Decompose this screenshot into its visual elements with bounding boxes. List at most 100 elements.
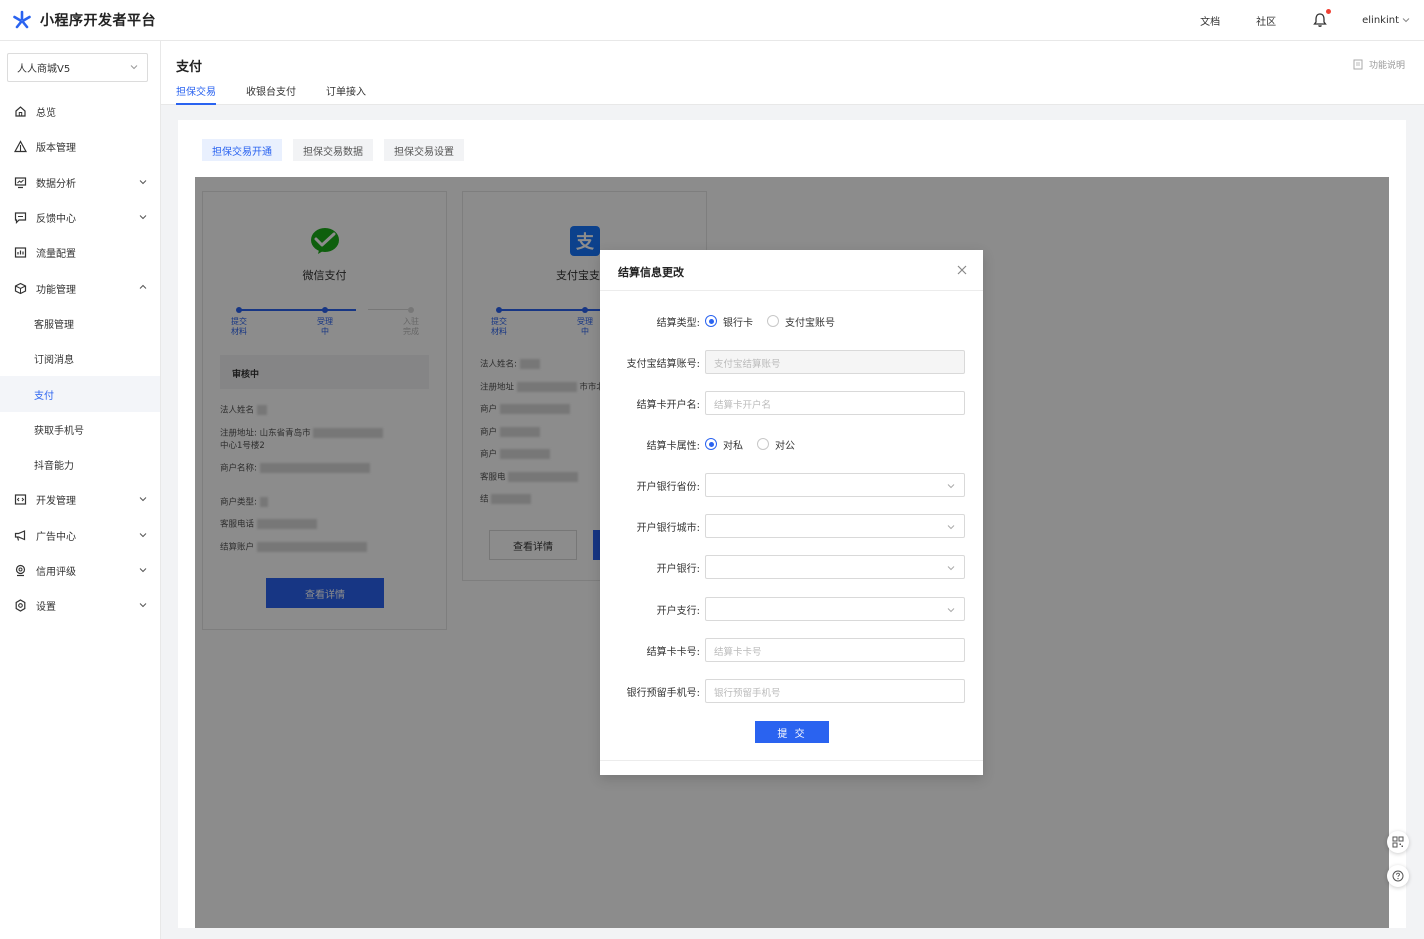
tab-cashier[interactable]: 收银台支付 [246, 83, 296, 105]
modal-header: 结算信息更改 [600, 250, 983, 291]
field-label: 开户银行: [656, 564, 700, 575]
feedback-icon [14, 211, 27, 224]
chevron-down-icon [139, 497, 147, 502]
branch-row: 开户支行: [600, 597, 983, 621]
qr-code-button[interactable] [1387, 831, 1409, 853]
alipay-account-input[interactable]: 支付宝结算账号 [705, 350, 965, 374]
sidebar: 人人商城V5 总览 版本管理 数据分析 反馈中心 流量配置 功能管理 客服管理 … [0, 41, 161, 939]
document-icon [1353, 59, 1363, 70]
gear-icon [14, 599, 27, 612]
sidebar-item-ads[interactable]: 广告中心 [0, 518, 160, 553]
chevron-down-icon [130, 65, 138, 70]
bank-row: 开户银行: [600, 555, 983, 579]
modal-title: 结算信息更改 [618, 266, 684, 279]
sidebar-item-development[interactable]: 开发管理 [0, 482, 160, 517]
card-attr-radio-group: 对私 对公 [705, 432, 965, 456]
field-label: 银行预留手机号: [626, 688, 700, 699]
sidebar-item-label: 流量配置 [36, 249, 76, 261]
sidebar-item-analytics[interactable]: 数据分析 [0, 165, 160, 200]
radio-private[interactable]: 对私 [705, 437, 743, 452]
chevron-down-icon [947, 566, 955, 571]
sidebar-item-settings[interactable]: 设置 [0, 588, 160, 623]
radio-bank-card[interactable]: 银行卡 [705, 314, 753, 329]
phone-row: 银行预留手机号: 银行预留手机号 [600, 679, 983, 703]
close-icon[interactable] [955, 263, 969, 277]
community-link[interactable]: 社区 [1256, 13, 1276, 28]
subtabs: 担保交易开通 担保交易数据 担保交易设置 [202, 139, 475, 161]
notification-dot [1326, 9, 1332, 14]
sidebar-item-payment[interactable]: 支付 [0, 376, 160, 412]
megaphone-icon [14, 529, 27, 542]
subtab-open[interactable]: 担保交易开通 [202, 139, 282, 161]
settle-type-radio-group: 银行卡 支付宝账号 [705, 309, 965, 333]
user-name: elinkint [1362, 14, 1399, 26]
sidebar-item-version[interactable]: 版本管理 [0, 129, 160, 164]
sidebar-item-label: 设置 [36, 602, 56, 614]
sidebar-item-overview[interactable]: 总览 [0, 94, 160, 129]
brand[interactable]: 小程序开发者平台 [12, 10, 156, 30]
card-no-input[interactable]: 结算卡卡号 [705, 638, 965, 662]
radio-alipay-account[interactable]: 支付宝账号 [767, 314, 835, 329]
chevron-down-icon [139, 179, 147, 184]
content-header: 支付 功能说明 担保交易 收银台支付 订单接入 [161, 41, 1424, 105]
chevron-down-icon [139, 568, 147, 573]
city-row: 开户银行城市: [600, 514, 983, 538]
subtab-settings[interactable]: 担保交易设置 [384, 139, 464, 161]
home-icon [14, 105, 27, 118]
alipay-account-row: 支付宝结算账号: 支付宝结算账号 [600, 350, 983, 374]
sidebar-item-label: 客服管理 [34, 319, 74, 331]
sidebar-menu: 总览 版本管理 数据分析 反馈中心 流量配置 功能管理 客服管理 订阅消息 支付… [0, 94, 160, 623]
help-link-label: 功能说明 [1368, 61, 1405, 71]
sidebar-item-label: 抖音能力 [34, 461, 74, 473]
sidebar-item-label: 支付 [34, 390, 54, 402]
sidebar-item-customer-service[interactable]: 客服管理 [0, 306, 160, 341]
tab-order-access[interactable]: 订单接入 [326, 83, 366, 105]
tab-escrow[interactable]: 担保交易 [176, 83, 216, 105]
chevron-down-icon [947, 484, 955, 489]
app-select[interactable]: 人人商城V5 [7, 53, 148, 82]
province-select[interactable] [705, 473, 965, 497]
account-name-input[interactable]: 结算卡开户名 [705, 391, 965, 415]
field-label: 结算卡卡号: [646, 647, 700, 658]
sidebar-item-douyin[interactable]: 抖音能力 [0, 447, 160, 482]
phone-input[interactable]: 银行预留手机号 [705, 679, 965, 703]
settle-type-row: 结算类型: 银行卡 支付宝账号 [600, 309, 983, 333]
sidebar-item-label: 版本管理 [36, 143, 76, 155]
chevron-down-icon [139, 532, 147, 537]
chart-icon [14, 176, 27, 189]
traffic-icon [14, 246, 27, 259]
notification-bell-icon[interactable] [1312, 9, 1332, 28]
help-button[interactable] [1387, 865, 1409, 887]
chevron-down-icon [1402, 18, 1410, 23]
sidebar-item-subscription[interactable]: 订阅消息 [0, 341, 160, 376]
sidebar-item-label: 开发管理 [36, 496, 76, 508]
field-label: 结算卡开户名: [636, 400, 700, 411]
page-title: 支付 [176, 60, 203, 75]
chevron-down-icon [139, 215, 147, 220]
city-select[interactable] [705, 514, 965, 538]
radio-label: 对公 [775, 440, 795, 452]
sidebar-item-label: 信用评级 [36, 567, 76, 578]
sidebar-item-credit[interactable]: 信用评级 [0, 553, 160, 588]
radio-public[interactable]: 对公 [757, 437, 795, 452]
sidebar-item-label: 数据分析 [36, 178, 76, 190]
account-name-row: 结算卡开户名: 结算卡开户名 [600, 391, 983, 415]
sidebar-item-label: 功能管理 [36, 284, 76, 296]
sidebar-item-phone-number[interactable]: 获取手机号 [0, 412, 160, 447]
sidebar-item-traffic[interactable]: 流量配置 [0, 235, 160, 270]
user-menu[interactable]: elinkint [1362, 15, 1410, 26]
docs-link[interactable]: 文档 [1200, 13, 1220, 28]
cube-icon [14, 282, 27, 295]
bank-select[interactable] [705, 555, 965, 579]
field-label: 开户支行: [656, 606, 700, 617]
settlement-modal: 结算信息更改 结算类型: 银行卡 支付宝账号 支付宝结算账号: 支付宝结算账号 … [600, 250, 983, 775]
branch-select[interactable] [705, 597, 965, 621]
sidebar-item-label: 反馈中心 [36, 214, 76, 226]
field-label: 结算卡属性: [646, 441, 700, 452]
sidebar-item-feedback[interactable]: 反馈中心 [0, 200, 160, 235]
help-link[interactable]: 功能说明 [1353, 58, 1405, 71]
qr-code-icon [1392, 836, 1404, 848]
sidebar-item-features[interactable]: 功能管理 [0, 270, 160, 305]
submit-button[interactable]: 提 交 [755, 721, 829, 743]
subtab-data[interactable]: 担保交易数据 [293, 139, 373, 161]
